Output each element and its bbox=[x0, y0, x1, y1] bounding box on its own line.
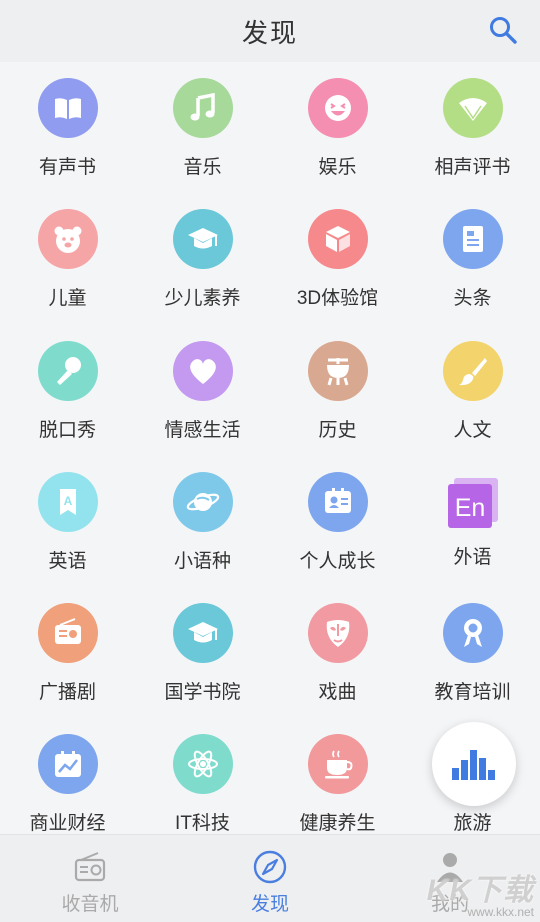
svg-text:A: A bbox=[63, 494, 72, 508]
radio-icon bbox=[37, 603, 98, 664]
book-icon bbox=[37, 78, 98, 138]
category-item[interactable]: 头条 bbox=[405, 193, 540, 324]
category-item[interactable]: 广播剧 bbox=[0, 587, 135, 718]
fan-icon bbox=[442, 78, 503, 138]
category-label: 外语 bbox=[453, 546, 492, 568]
category-item[interactable]: 娱乐 bbox=[270, 62, 405, 193]
planet-icon bbox=[172, 471, 233, 532]
category-item[interactable]: En 外语 bbox=[405, 456, 540, 587]
newspaper-icon bbox=[442, 209, 503, 270]
svg-text:En: En bbox=[454, 494, 485, 522]
category-label: 教育培训 bbox=[434, 682, 511, 704]
category-label: 商业财经 bbox=[29, 813, 106, 834]
heart-icon bbox=[172, 340, 233, 401]
category-label: 脱口秀 bbox=[38, 419, 96, 441]
category-label: 健康养生 bbox=[299, 813, 376, 834]
category-label: 戏曲 bbox=[318, 682, 357, 704]
graduation-cap-icon bbox=[172, 603, 233, 664]
category-item[interactable]: 教育培训 bbox=[405, 587, 540, 718]
category-item[interactable]: 国学书院 bbox=[135, 587, 270, 718]
tab-radio[interactable]: 收音机 bbox=[0, 835, 180, 922]
category-label: 儿童 bbox=[48, 288, 87, 310]
tab-compass[interactable]: 发现 bbox=[180, 835, 360, 922]
category-label: 音乐 bbox=[183, 157, 222, 178]
watermark-brand: KK下载 bbox=[426, 874, 534, 907]
equalizer-icon bbox=[452, 750, 495, 780]
top-bar: 发现 bbox=[0, 0, 540, 62]
en-icon: En bbox=[447, 477, 498, 528]
category-label: 情感生活 bbox=[164, 419, 241, 441]
now-playing-button[interactable] bbox=[432, 722, 516, 806]
category-item[interactable]: A 英语 bbox=[0, 456, 135, 587]
category-label: 历史 bbox=[318, 419, 357, 441]
category-label: 头条 bbox=[453, 288, 492, 310]
category-item[interactable]: 戏曲 bbox=[270, 587, 405, 718]
category-item[interactable]: IT科技 bbox=[135, 718, 270, 834]
category-label: 个人成长 bbox=[299, 550, 376, 572]
category-label: IT科技 bbox=[175, 813, 230, 834]
compass-icon bbox=[253, 850, 287, 884]
category-item[interactable]: 历史 bbox=[270, 325, 405, 456]
id-card-icon bbox=[307, 471, 368, 532]
category-grid: 有声书 音乐 娱乐 相声评书 儿童 少儿素养 3D体验馆 头条 脱口秀 情感生活… bbox=[0, 62, 540, 834]
category-label: 旅游 bbox=[453, 813, 492, 834]
brush-icon bbox=[442, 340, 503, 401]
chart-calendar-icon bbox=[37, 734, 98, 795]
category-item[interactable]: 个人成长 bbox=[270, 456, 405, 587]
category-item[interactable]: 脱口秀 bbox=[0, 325, 135, 456]
category-item[interactable]: 少儿素养 bbox=[135, 193, 270, 324]
category-item[interactable]: 小语种 bbox=[135, 456, 270, 587]
category-label: 人文 bbox=[453, 419, 492, 441]
opera-mask-icon bbox=[307, 603, 368, 664]
bronze-vessel-icon bbox=[307, 340, 368, 401]
music-note-icon bbox=[172, 78, 233, 138]
category-label: 少儿素养 bbox=[164, 288, 241, 310]
category-label: 娱乐 bbox=[318, 157, 357, 178]
category-label: 3D体验馆 bbox=[296, 288, 379, 310]
graduation-cap-icon bbox=[172, 209, 233, 270]
category-label: 英语 bbox=[48, 550, 87, 572]
search-icon[interactable] bbox=[488, 15, 518, 45]
microphone-icon bbox=[37, 340, 98, 401]
tea-cup-icon bbox=[307, 734, 368, 795]
cube-icon bbox=[307, 209, 368, 270]
category-item[interactable]: 儿童 bbox=[0, 193, 135, 324]
category-item[interactable]: 人文 bbox=[405, 325, 540, 456]
category-label: 相声评书 bbox=[434, 157, 511, 178]
bear-icon bbox=[37, 209, 98, 270]
smile-icon bbox=[307, 78, 368, 138]
tab-label: 收音机 bbox=[61, 894, 119, 915]
category-item[interactable]: 有声书 bbox=[0, 62, 135, 193]
category-item[interactable]: 3D体验馆 bbox=[270, 193, 405, 324]
page-title: 发现 bbox=[241, 17, 298, 48]
atom-icon bbox=[172, 734, 233, 795]
category-item[interactable]: 健康养生 bbox=[270, 718, 405, 834]
category-label: 小语种 bbox=[173, 550, 231, 572]
category-item[interactable]: 相声评书 bbox=[405, 62, 540, 193]
category-item[interactable]: 音乐 bbox=[135, 62, 270, 193]
tab-label: 发现 bbox=[250, 894, 289, 915]
letter-a-icon: A bbox=[37, 471, 98, 532]
category-label: 广播剧 bbox=[38, 682, 96, 704]
watermark: KK下载 www.kkx.net bbox=[427, 865, 534, 919]
award-ribbon-icon bbox=[442, 603, 503, 664]
category-item[interactable]: 商业财经 bbox=[0, 718, 135, 834]
category-label: 有声书 bbox=[38, 157, 96, 178]
category-label: 国学书院 bbox=[164, 682, 241, 704]
category-item[interactable]: 情感生活 bbox=[135, 325, 270, 456]
radio-icon bbox=[74, 852, 106, 882]
